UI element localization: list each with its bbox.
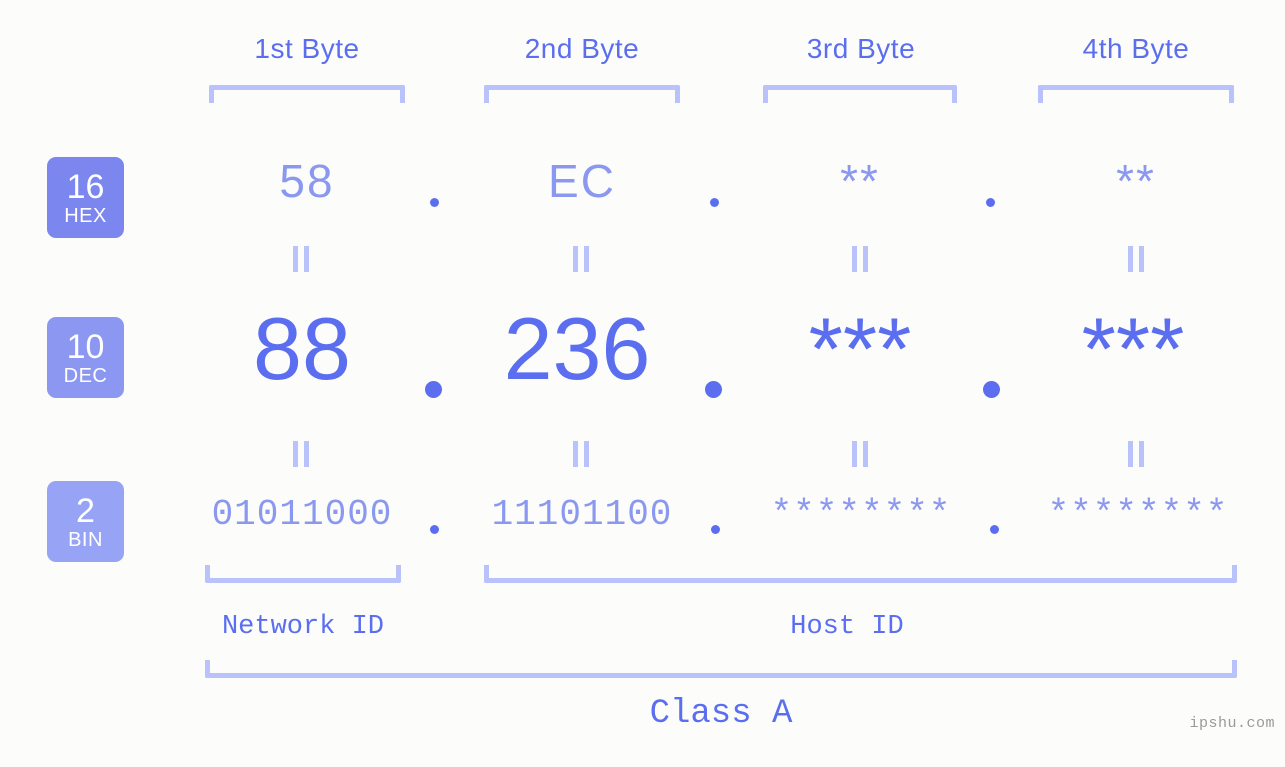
byte-bracket-4 <box>1038 85 1234 103</box>
bin-octet-4: ******** <box>1047 494 1229 535</box>
bin-octet-3: ******** <box>770 494 952 535</box>
byte-label-2: 2nd Byte <box>524 33 640 64</box>
watermark: ipshu.com <box>1189 715 1275 732</box>
equals-mark-dec-bin-4 <box>1128 441 1144 467</box>
network-id-bracket <box>205 565 401 583</box>
base-badge-dec: 10 DEC <box>47 317 124 398</box>
bin-octet-1: 01011000 <box>211 494 393 535</box>
base-badge-hex: 16 HEX <box>47 157 124 238</box>
base-badge-hex-number: 16 <box>66 167 105 206</box>
network-id-label: Network ID <box>221 612 385 642</box>
equals-mark-hex-dec-4 <box>1128 246 1144 272</box>
bin-separator-1 <box>430 525 439 534</box>
base-badge-hex-name: HEX <box>64 204 107 227</box>
equals-mark-hex-dec-2 <box>573 246 589 272</box>
base-badge-bin-name: BIN <box>68 528 103 551</box>
class-bracket <box>205 660 1237 678</box>
base-badge-bin-number: 2 <box>76 491 95 530</box>
byte-label-3: 3rd Byte <box>806 33 916 64</box>
host-id-bracket <box>484 565 1237 583</box>
byte-bracket-1 <box>209 85 405 103</box>
byte-bracket-3 <box>763 85 957 103</box>
hex-octet-4: ** <box>1116 155 1156 207</box>
equals-mark-dec-bin-2 <box>573 441 589 467</box>
equals-mark-dec-bin-3 <box>852 441 868 467</box>
hex-separator-3 <box>986 198 995 207</box>
hex-separator-2 <box>710 198 719 207</box>
dec-octet-1: 88 <box>253 299 351 398</box>
dec-separator-1 <box>425 381 442 398</box>
dec-octet-2: 236 <box>503 299 651 398</box>
hex-octet-3: ** <box>840 155 880 207</box>
equals-mark-dec-bin-1 <box>293 441 309 467</box>
bin-octet-2: 11101100 <box>491 494 673 535</box>
dec-separator-3 <box>983 381 1000 398</box>
byte-label-4: 4th Byte <box>1082 33 1190 64</box>
dec-octet-3: *** <box>808 299 912 398</box>
base-badge-dec-name: DEC <box>63 364 108 387</box>
hex-octet-2: EC <box>548 155 616 207</box>
hex-separator-1 <box>430 198 439 207</box>
bin-separator-3 <box>990 525 999 534</box>
bin-separator-2 <box>711 525 720 534</box>
dec-octet-4: *** <box>1081 299 1185 398</box>
byte-label-1: 1st Byte <box>254 33 360 64</box>
equals-mark-hex-dec-1 <box>293 246 309 272</box>
class-label: Class A <box>649 695 793 733</box>
base-badge-bin: 2 BIN <box>47 481 124 562</box>
ip-address-breakdown-diagram: 1st Byte 2nd Byte 3rd Byte 4th Byte 16 H… <box>0 0 1285 767</box>
host-id-label: Host ID <box>790 612 904 642</box>
base-badge-dec-number: 10 <box>66 327 105 366</box>
byte-bracket-2 <box>484 85 680 103</box>
equals-mark-hex-dec-3 <box>852 246 868 272</box>
dec-separator-2 <box>705 381 722 398</box>
hex-octet-1: 58 <box>279 155 335 207</box>
